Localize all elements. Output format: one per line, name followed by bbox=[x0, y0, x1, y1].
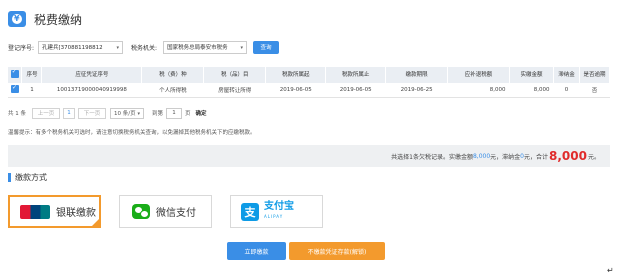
column-header: 缴款期限 bbox=[385, 67, 449, 83]
table-cell: 个人所得税 bbox=[141, 83, 204, 98]
tax-table: 序号 应征凭证序号 税（费）种 税（品）目 税款所属起 税款所属止 缴款期限 应… bbox=[8, 67, 611, 98]
page-size-select[interactable]: 10 条/页 ▾ bbox=[110, 107, 144, 119]
alipay-sub-label: ALIPAY bbox=[264, 213, 284, 219]
current-page-button[interactable]: 1 bbox=[63, 107, 75, 119]
table-cell: 房屋转让所得 bbox=[203, 83, 266, 98]
reg-select[interactable]: 孔建兵[370881198812 ▾ bbox=[38, 40, 124, 54]
column-header: 是否逾期 bbox=[579, 67, 611, 83]
column-header: 税（品）目 bbox=[203, 67, 267, 83]
summary-prefix: 共选择1条欠税记录。实缴金额 bbox=[391, 153, 473, 161]
table-header-row: 序号 应征凭证序号 税（费）种 税（品）目 税款所属起 税款所属止 缴款期限 应… bbox=[8, 67, 611, 83]
summary-mid2: 元，合计 bbox=[524, 153, 549, 161]
table-cell: 否 bbox=[579, 83, 610, 98]
wechat-icon bbox=[132, 204, 150, 219]
pay-now-button[interactable]: 立即缴款 bbox=[227, 242, 286, 260]
paid-amount: 8,000 bbox=[472, 152, 491, 160]
query-button[interactable]: 查询 bbox=[253, 40, 280, 54]
select-all-checkbox[interactable] bbox=[8, 67, 23, 83]
chevron-down-icon: ▾ bbox=[116, 44, 120, 51]
authority-label: 税务机关: bbox=[131, 44, 158, 52]
pagination: 共 1 条 上一页 1 下一页 10 条/页 ▾ 到第 1 页 确定 bbox=[8, 107, 207, 119]
tip-text: 温馨提示：有多个税务机关可选时，请注意切换税务机关查询，以免漏掉其他税务机关下的… bbox=[8, 130, 256, 136]
checkbox-icon bbox=[10, 84, 19, 93]
authority-select[interactable]: 国家税务总局泰安市税务 ▾ bbox=[163, 40, 248, 54]
payment-method-title: 缴款方式 bbox=[8, 172, 47, 183]
alipay-name: 支付宝 bbox=[264, 200, 294, 212]
column-header: 税款所属止 bbox=[325, 67, 387, 83]
summary-mid: 元，滞纳金 bbox=[490, 153, 521, 161]
column-header: 序号 bbox=[21, 67, 43, 83]
voucher-button[interactable]: 不缴款凭证存款(解锁) bbox=[289, 242, 385, 260]
next-page-button[interactable]: 下一页 bbox=[78, 107, 106, 119]
table-cell: 8,000 bbox=[447, 83, 510, 98]
alipay-label: 支付宝 ALIPAY bbox=[264, 200, 294, 222]
reg-label: 登记序号: bbox=[8, 44, 35, 52]
page-unit: 页 bbox=[185, 111, 191, 117]
table-cell: 8,000 bbox=[509, 83, 554, 98]
page-title: 税费缴纳 bbox=[34, 12, 83, 27]
page-size-value: 10 条/页 bbox=[114, 111, 136, 117]
goto-confirm-button[interactable]: 确定 bbox=[196, 109, 207, 117]
summary-suffix: 元。 bbox=[587, 153, 600, 161]
table-cell: 0 bbox=[553, 83, 580, 98]
title-accent-bar bbox=[8, 173, 11, 182]
column-header: 税（费）种 bbox=[141, 67, 205, 83]
page-header: 税费缴纳 bbox=[8, 8, 82, 30]
total-amount: 8,000 bbox=[549, 149, 587, 163]
unionpay-label: 银联缴款 bbox=[56, 208, 96, 219]
wechat-pay-option[interactable]: 微信支付 bbox=[119, 195, 212, 228]
table-cell: 10013719000040919998 bbox=[41, 83, 142, 98]
payment-summary: 共选择1条欠税记录。实缴金额 8,000 元，滞纳金 0 元，合计 8,000 … bbox=[8, 145, 610, 167]
table-cell: 2019-06-25 bbox=[385, 83, 448, 98]
row-checkbox[interactable] bbox=[8, 83, 22, 98]
checkbox-icon bbox=[10, 69, 19, 78]
selected-corner-icon bbox=[92, 219, 99, 226]
return-arrow-icon: ↵ bbox=[607, 266, 614, 275]
table-row[interactable]: 1 10013719000040919998 个人所得税 房屋转让所得 2019… bbox=[8, 83, 610, 98]
goto-page-value: 1 bbox=[172, 110, 176, 116]
column-header: 税款所属起 bbox=[265, 67, 327, 83]
table-cell: 2019-06-05 bbox=[325, 83, 386, 98]
column-header: 应征凭证序号 bbox=[41, 67, 143, 83]
filter-row: 登记序号: 孔建兵[370881198812 ▾ 税务机关: 国家税务总局泰安市… bbox=[8, 40, 280, 54]
goto-page-input[interactable]: 1 bbox=[166, 107, 183, 119]
prev-page-button[interactable]: 上一页 bbox=[32, 107, 60, 119]
total-count: 共 1 条 bbox=[8, 111, 26, 117]
goto-label: 到第 bbox=[152, 111, 164, 117]
authority-select-value: 国家税务总局泰安市税务 bbox=[167, 45, 228, 51]
reg-select-value: 孔建兵[370881198812 bbox=[42, 45, 103, 51]
table-cell: 1 bbox=[21, 83, 42, 98]
unionpay-icon bbox=[20, 204, 50, 219]
column-header: 实缴金额 bbox=[509, 67, 554, 83]
payment-method-label: 缴款方式 bbox=[15, 173, 47, 182]
chevron-down-icon: ▾ bbox=[137, 110, 140, 117]
wechat-pay-label: 微信支付 bbox=[156, 208, 196, 219]
column-header: 应补退税额 bbox=[447, 67, 511, 83]
unionpay-option[interactable]: 银联缴款 bbox=[8, 195, 101, 228]
alipay-icon: 支 bbox=[241, 202, 259, 221]
chevron-down-icon: ▾ bbox=[240, 44, 244, 51]
table-cell: 2019-06-05 bbox=[265, 83, 326, 98]
tax-bag-icon bbox=[8, 11, 26, 27]
alipay-option[interactable]: 支 支付宝 ALIPAY bbox=[230, 195, 323, 228]
column-header: 滞纳金 bbox=[553, 67, 580, 83]
